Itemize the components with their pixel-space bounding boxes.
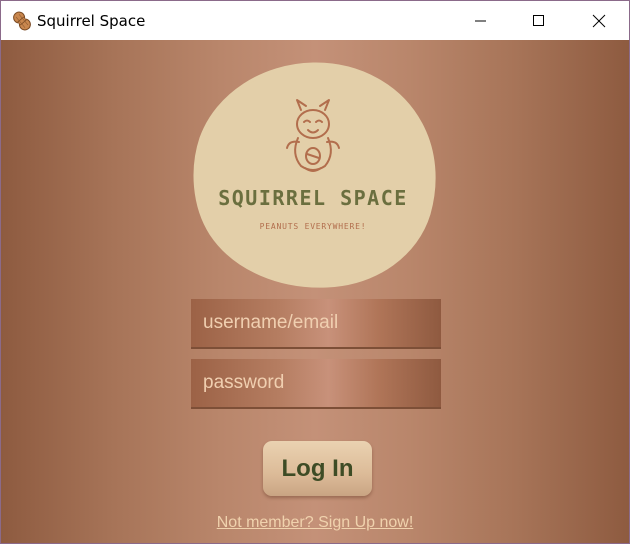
password-field[interactable] — [191, 359, 441, 409]
login-screen: SQUIRREL SPACE PEANUTS EVERYWHERE! Log I… — [1, 40, 629, 543]
minimize-icon — [475, 20, 486, 21]
title-bar[interactable]: Squirrel Space — [1, 1, 629, 40]
window-title: Squirrel Space — [37, 12, 146, 30]
logo-title: SQUIRREL SPACE — [218, 186, 408, 210]
logo: SQUIRREL SPACE PEANUTS EVERYWHERE! — [189, 58, 437, 290]
logo-circle — [193, 62, 436, 288]
logo-badge — [193, 62, 436, 288]
minimize-button[interactable] — [452, 1, 510, 40]
app-window: Squirrel Space SQUIRREL SPACE PEANUTS EV… — [0, 0, 630, 544]
signup-link[interactable]: Not member? Sign Up now! — [1, 514, 629, 532]
logo-tagline: PEANUTS EVERYWHERE! — [259, 222, 367, 231]
maximize-icon — [533, 14, 544, 26]
login-button[interactable]: Log In — [263, 441, 372, 496]
close-icon — [592, 14, 606, 27]
maximize-button[interactable] — [510, 1, 568, 40]
username-input[interactable] — [191, 299, 441, 347]
username-field[interactable] — [191, 299, 441, 349]
close-button[interactable] — [570, 1, 628, 40]
peanut-icon — [13, 11, 31, 31]
password-input[interactable] — [191, 359, 441, 407]
